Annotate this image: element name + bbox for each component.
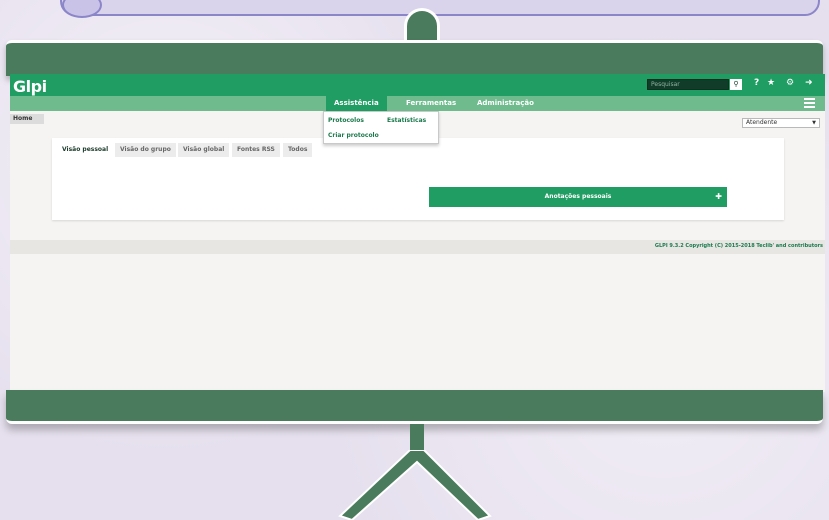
tab-visao-pessoal[interactable]: Visão pessoal: [57, 143, 114, 157]
menu-item-estatisticas[interactable]: Estatísticas: [387, 117, 426, 124]
screen-case-bottom: [6, 390, 823, 424]
tab-visao-grupo[interactable]: Visão do grupo: [115, 143, 176, 157]
projected-screen: Glpi Pesquisar ⚲ ? ★ ⚙ ➜ Assistência Fer…: [10, 74, 825, 392]
assistencia-dropdown: Protocolos Estatísticas Criar protocolo: [323, 111, 439, 144]
tab-todos[interactable]: Todos: [283, 143, 313, 157]
dashboard-panel: Visão pessoal Visão do grupo Visão globa…: [52, 138, 784, 220]
profile-select[interactable]: Atendente ▼: [742, 118, 820, 128]
glpi-logo[interactable]: Glpi: [13, 77, 47, 96]
main-nav: Assistência Ferramentas Administração: [10, 96, 825, 111]
search-icon[interactable]: ⚲: [730, 79, 742, 90]
star-icon[interactable]: ★: [767, 78, 775, 88]
help-icon[interactable]: ?: [754, 78, 759, 88]
footer-copyright[interactable]: GLPI 9.3.2 Copyright (C) 2015-2018 Tecli…: [655, 243, 823, 249]
menu-item-protocolos[interactable]: Protocolos: [328, 117, 364, 124]
nav-ferramentas[interactable]: Ferramentas: [398, 96, 464, 111]
footer: GLPI 9.3.2 Copyright (C) 2015-2018 Tecli…: [10, 240, 825, 254]
nav-assistencia[interactable]: Assistência: [326, 96, 387, 111]
personal-notes-title: Anotações pessoais: [544, 193, 612, 200]
tab-visao-global[interactable]: Visão global: [178, 143, 230, 157]
screen-top-tube: [60, 0, 820, 16]
menu-icon[interactable]: [804, 98, 815, 108]
chevron-down-icon: ▼: [812, 120, 816, 126]
breadcrumb-home[interactable]: Home: [10, 114, 44, 124]
gear-icon[interactable]: ⚙: [786, 78, 794, 88]
screen-case-top: [6, 40, 823, 76]
tab-fontes-rss[interactable]: Fontes RSS: [232, 143, 280, 157]
nav-administracao[interactable]: Administração: [469, 96, 542, 111]
stand-legs: [338, 450, 492, 520]
add-note-icon[interactable]: ✚: [715, 187, 722, 207]
profile-select-value: Atendente: [746, 119, 778, 126]
app-header: Glpi Pesquisar ⚲ ? ★ ⚙ ➜: [10, 74, 825, 96]
menu-item-criar-protocolo[interactable]: Criar protocolo: [328, 132, 379, 139]
personal-notes-header[interactable]: Anotações pessoais ✚: [429, 187, 727, 207]
search-input[interactable]: Pesquisar: [647, 79, 729, 90]
logout-icon[interactable]: ➜: [805, 78, 813, 88]
